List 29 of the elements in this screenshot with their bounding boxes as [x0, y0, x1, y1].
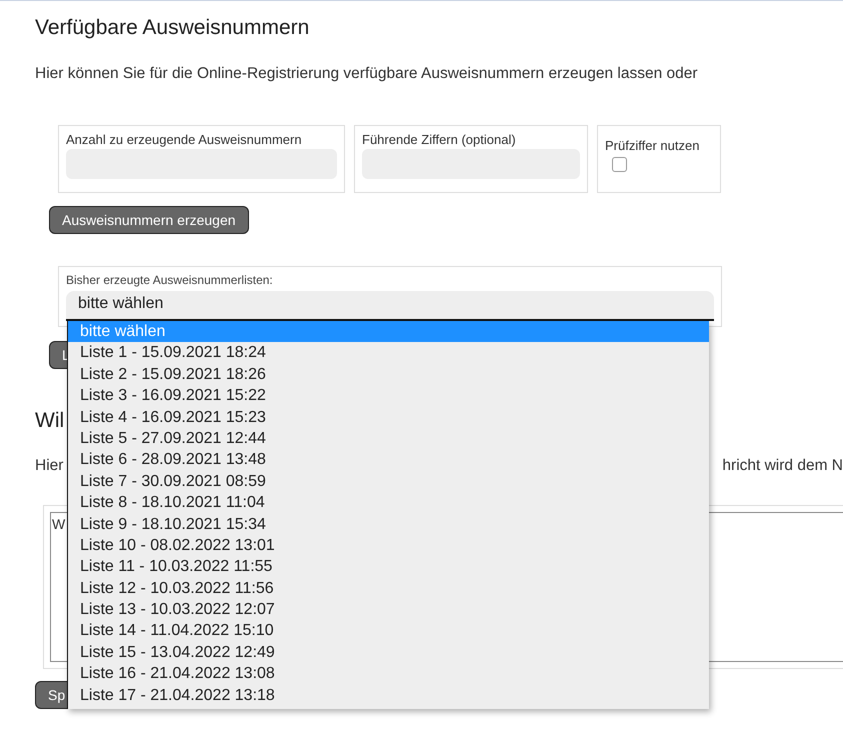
- dropdown-option[interactable]: Liste 7 - 30.09.2021 08:59: [68, 470, 709, 492]
- dropdown-option[interactable]: Liste 5 - 27.09.2021 12:44: [68, 428, 709, 450]
- field-label: Anzahl zu erzeugende Ausweisnummern: [66, 132, 303, 147]
- dropdown-option[interactable]: Liste 6 - 28.09.2021 13:48: [68, 449, 709, 471]
- dropdown-option[interactable]: Liste 2 - 15.09.2021 18:26: [68, 364, 709, 386]
- dropdown-option[interactable]: Liste 4 - 16.09.2021 15:23: [68, 406, 709, 428]
- dropdown-option[interactable]: Liste 14 - 11.04.2022 15:10: [68, 620, 709, 642]
- dropdown-option[interactable]: Liste 11 - 10.03.2022 11:55: [68, 556, 709, 578]
- page-title: Verfügbare Ausweisnummern: [35, 15, 310, 41]
- dropdown-option[interactable]: Liste 16 - 21.04.2022 13:08: [68, 663, 709, 685]
- dropdown-option[interactable]: Liste 1 - 15.09.2021 18:24: [68, 342, 709, 364]
- dropdown-option[interactable]: Liste 10 - 08.02.2022 13:01: [68, 534, 709, 556]
- dropdown-option[interactable]: Liste 3 - 16.09.2021 15:22: [68, 385, 709, 407]
- dropdown-option[interactable]: Liste 12 - 10.03.2022 11:56: [68, 578, 709, 600]
- list-select[interactable]: bitte wählen: [66, 291, 714, 321]
- description-text: Hier können Sie für die Online-Registrierung verfügbare Ausweisnummern erzeugen lassen oder: [35, 64, 699, 84]
- dropdown-option[interactable]: Liste 9 - 18.10.2021 15:34: [68, 514, 709, 535]
- generate-button[interactable]: Ausweisnummern erzeugen: [49, 206, 249, 234]
- section-title: Wil: [35, 408, 64, 434]
- description-text: hricht wird dem N: [722, 456, 843, 476]
- dropdown-option[interactable]: Liste 13 - 10.03.2022 12:07: [68, 599, 709, 620]
- checkbox[interactable]: [612, 157, 627, 172]
- dropdown-option[interactable]: Liste 17 - 21.04.2022 13:18: [68, 684, 709, 706]
- dropdown-option[interactable]: Liste 15 - 13.04.2022 12:49: [68, 642, 709, 664]
- select-label: Bisher erzeugte Ausweisnummerlisten:: [66, 273, 274, 287]
- description-text: Hier: [35, 456, 64, 476]
- field-label: Führende Ziffern (optional): [362, 132, 517, 147]
- dropdown-option[interactable]: Liste 8 - 18.10.2021 11:04: [68, 492, 709, 514]
- checkbox-label: Prüfziffer nutzen: [605, 138, 700, 153]
